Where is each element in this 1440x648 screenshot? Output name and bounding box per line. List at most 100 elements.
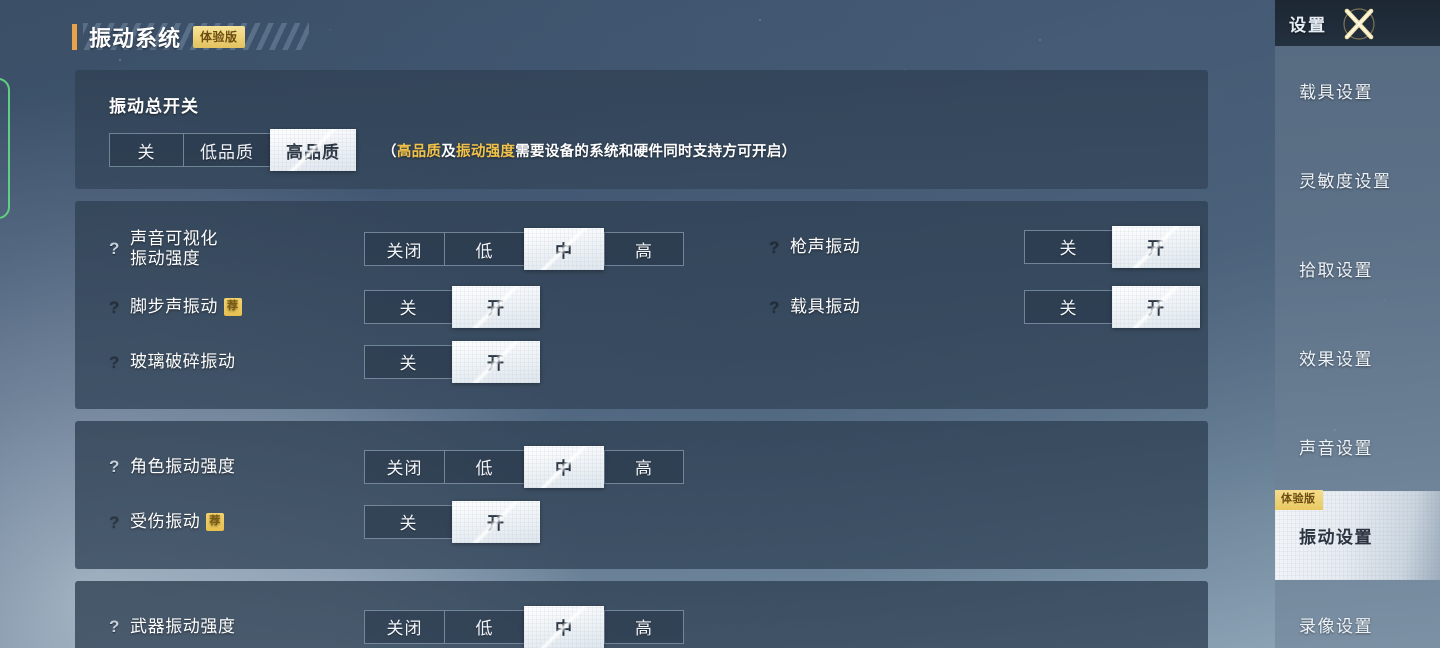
help-question-icon[interactable]: ? <box>109 239 127 259</box>
setting-row-sound-visual-vibration-intensity: ? 声音可视化 振动强度 关闭低中高 <box>75 219 735 279</box>
master-switch-option-关[interactable]: 关 <box>109 133 183 167</box>
master-switch-label: 振动总开关 <box>109 97 199 116</box>
settings-screen: 振动系统 体验版 振动总开关 关低品质 高品质 （高品质及振动强度需要设备的系统和… <box>0 0 1440 648</box>
character-vibration-intensity-option-高[interactable]: 高 <box>604 449 684 484</box>
setting-row-character-vibration-intensity: ? 角色振动强度 关闭低中高 <box>75 439 735 494</box>
title-accent-bar <box>72 24 77 50</box>
sidebar-item-6[interactable]: 体验版 振动设置 <box>1275 490 1440 580</box>
weapon-vibration-intensity-segmented[interactable]: 关闭低中高 <box>364 605 684 648</box>
empty-cell <box>735 334 1208 389</box>
character-vibration-intensity-option-关闭[interactable]: 关闭 <box>364 449 444 484</box>
setting-label-gunshot-vibration: 枪声振动 <box>790 236 860 257</box>
vehicle-vibration-segmented[interactable]: 关开 <box>1024 285 1200 328</box>
sidebar-item-label: 拾取设置 <box>1299 261 1373 280</box>
sidebar-item-label: 灵敏度设置 <box>1299 172 1392 191</box>
sidebar-item-list: 载具设置灵敏度设置拾取设置效果设置声音设置 体验版 振动设置录像设置 <box>1275 46 1440 648</box>
sidebar-item-label: 效果设置 <box>1299 350 1373 369</box>
settings-card-3: ? 武器振动强度 关闭低中高 <box>75 581 1208 648</box>
settings-card-2: ? 角色振动强度 关闭低中高? 受伤振动荐 关开 <box>75 421 1208 569</box>
setting-label-text: 玻璃破碎振动 <box>130 351 236 371</box>
help-question-icon[interactable]: ? <box>109 457 127 477</box>
recommended-badge: 荐 <box>224 297 242 316</box>
help-spacer: ? <box>109 351 120 371</box>
sidebar-item-2[interactable]: 灵敏度设置 <box>1275 135 1440 224</box>
setting-row-gunshot-vibration: ? 枪声振动 关开 <box>735 219 1208 274</box>
empty-cell <box>735 439 1208 494</box>
sound-visual-vibration-intensity-option-高[interactable]: 高 <box>604 232 684 266</box>
sidebar-item-5[interactable]: 声音设置 <box>1275 402 1440 491</box>
empty-cell <box>735 494 1208 549</box>
glass-break-vibration-option-开[interactable]: 开 <box>452 340 540 383</box>
setting-label-line1: 声音可视化 <box>130 228 218 248</box>
weapon-vibration-intensity-option-中[interactable]: 中 <box>524 605 604 648</box>
master-switch-option-低品质[interactable]: 低品质 <box>183 133 270 167</box>
setting-label-character-vibration-intensity: 角色振动强度 <box>130 456 236 477</box>
settings-content: 振动总开关 关低品质 高品质 （高品质及振动强度需要设备的系统和硬件同时支持方可开… <box>75 70 1208 648</box>
sidebar-item-label: 载具设置 <box>1299 83 1373 102</box>
footstep-vibration-option-关[interactable]: 关 <box>364 289 452 324</box>
help-question-icon[interactable]: ? <box>109 617 127 637</box>
sound-visual-vibration-intensity-option-中[interactable]: 中 <box>524 228 604 270</box>
hint-mid: 及 <box>441 143 457 160</box>
gunshot-vibration-option-开[interactable]: 开 <box>1112 225 1200 268</box>
setting-label-line2: 振动强度 <box>130 249 201 268</box>
setting-label-text: 角色振动强度 <box>130 456 236 476</box>
setting-label-text: 受伤振动 <box>130 511 201 531</box>
injury-vibration-segmented[interactable]: 关开 <box>364 500 540 543</box>
gunshot-vibration-option-关[interactable]: 关 <box>1024 229 1112 264</box>
setting-label-weapon-vibration-intensity: 武器振动强度 <box>130 616 236 637</box>
sidebar-header: 设置 <box>1275 0 1440 46</box>
character-vibration-intensity-option-中[interactable]: 中 <box>524 445 604 488</box>
page-title-text: 振动系统 <box>89 26 182 51</box>
setting-label-glass-break-vibration: 玻璃破碎振动 <box>130 351 236 372</box>
sidebar-item-1[interactable]: 载具设置 <box>1275 46 1440 135</box>
character-vibration-intensity-option-低[interactable]: 低 <box>444 449 524 484</box>
setting-label-text: 脚步声振动 <box>130 296 218 316</box>
sidebar-item-7[interactable]: 录像设置 <box>1275 580 1440 648</box>
master-switch-hint: （高品质及振动强度需要设备的系统和硬件同时支持方可开启） <box>382 140 796 161</box>
setting-label-text: 武器振动强度 <box>130 616 236 636</box>
setting-row-glass-break-vibration: ? 玻璃破碎振动 关开 <box>75 334 735 389</box>
weapon-vibration-intensity-option-低[interactable]: 低 <box>444 609 524 644</box>
setting-row-injury-vibration: ? 受伤振动荐 关开 <box>75 494 735 549</box>
page-title-beta-badge: 体验版 <box>193 26 245 48</box>
character-vibration-intensity-segmented[interactable]: 关闭低中高 <box>364 445 684 488</box>
master-switch-segmented[interactable]: 关低品质 高品质 <box>109 129 356 171</box>
injury-vibration-option-开[interactable]: 开 <box>452 500 540 543</box>
sidebar-item-4[interactable]: 效果设置 <box>1275 313 1440 402</box>
hint-close-paren: ） <box>781 143 797 160</box>
sound-visual-vibration-intensity-segmented[interactable]: 关闭低中高 <box>364 228 684 270</box>
footstep-vibration-option-开[interactable]: 开 <box>452 285 540 328</box>
setting-label-vehicle-vibration: 载具振动 <box>790 296 860 317</box>
hint-highlight-intensity: 振动强度 <box>456 143 516 160</box>
sidebar-title: 设置 <box>1289 15 1327 35</box>
footstep-vibration-segmented[interactable]: 关开 <box>364 285 540 328</box>
vehicle-vibration-option-关[interactable]: 关 <box>1024 289 1112 324</box>
focus-outline-indicator <box>0 78 10 219</box>
injury-vibration-option-关[interactable]: 关 <box>364 504 452 539</box>
setting-row-footstep-vibration: ? 脚步声振动荐 关开 <box>75 279 735 334</box>
glass-break-vibration-option-关[interactable]: 关 <box>364 344 452 379</box>
settings-sidebar: 设置 载具设置灵敏度设置拾取设置效果设置声音设置 体验版 振动设置录像设置 <box>1275 0 1440 648</box>
sound-visual-vibration-intensity-option-关闭[interactable]: 关闭 <box>364 232 444 266</box>
setting-label-text: 载具振动 <box>790 296 861 316</box>
weapon-vibration-intensity-option-关闭[interactable]: 关闭 <box>364 609 444 644</box>
setting-label-text: 枪声振动 <box>790 236 861 256</box>
help-spacer: ? <box>769 296 780 316</box>
recommended-badge: 荐 <box>206 512 225 531</box>
close-x-icon[interactable] <box>1337 2 1381 46</box>
master-switch-card: 振动总开关 关低品质 高品质 （高品质及振动强度需要设备的系统和硬件同时支持方可开… <box>75 70 1208 189</box>
empty-cell <box>735 599 1208 648</box>
help-spacer: ? <box>769 236 780 256</box>
page-title: 振动系统 体验版 <box>72 20 309 54</box>
sound-visual-vibration-intensity-option-低[interactable]: 低 <box>444 232 524 266</box>
sidebar-item-label: 录像设置 <box>1299 617 1373 636</box>
gunshot-vibration-segmented[interactable]: 关开 <box>1024 225 1200 268</box>
sidebar-item-3[interactable]: 拾取设置 <box>1275 224 1440 313</box>
hint-open-paren: （ <box>382 143 397 160</box>
glass-break-vibration-segmented[interactable]: 关开 <box>364 340 540 383</box>
vehicle-vibration-option-开[interactable]: 开 <box>1112 285 1200 328</box>
master-switch-option-高品质[interactable]: 高品质 <box>270 129 356 171</box>
weapon-vibration-intensity-option-高[interactable]: 高 <box>604 609 684 644</box>
settings-card-1: ? 声音可视化 振动强度 关闭低中高? 枪声振动关开? 脚步声振动荐关开? 载具振动关开? 玻… <box>75 201 1208 409</box>
